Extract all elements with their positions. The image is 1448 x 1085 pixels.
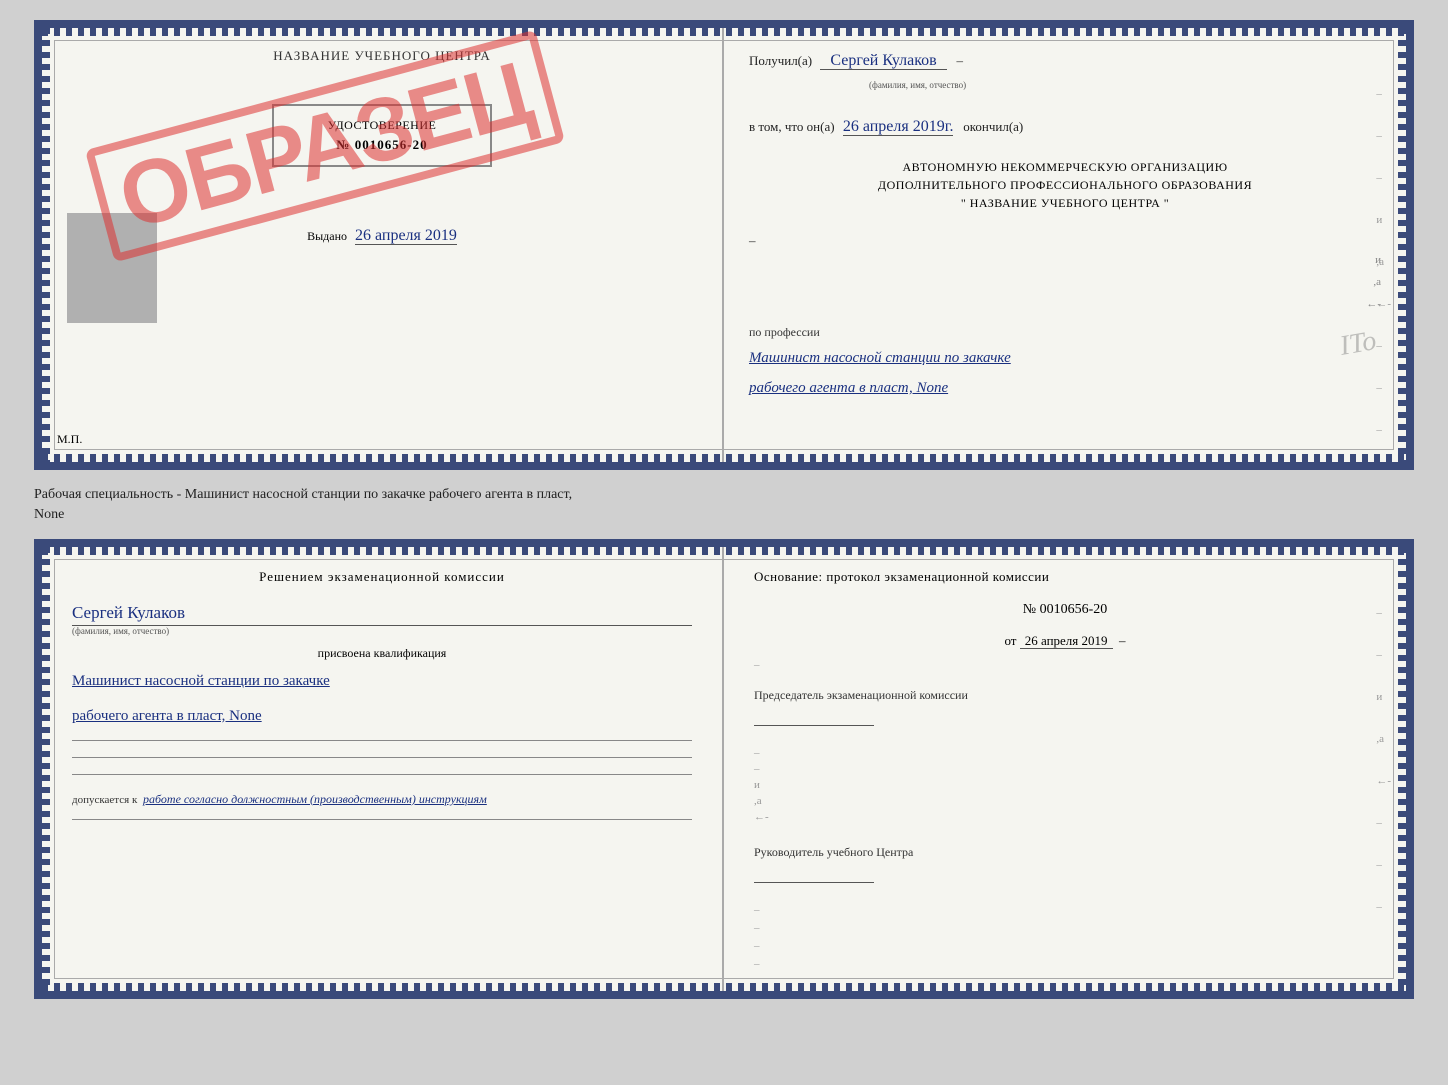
sep-text2: None xyxy=(34,507,64,522)
top-doc-right-panel: Получил(а) Сергей Кулаков – (фамилия, им… xyxy=(724,28,1406,462)
br-dash1: – xyxy=(754,659,760,671)
br-dash7: – xyxy=(754,958,1376,970)
date-field: в том, что он(а) 26 апреля 2019г. окончи… xyxy=(749,114,1381,140)
bl-dash3: ←- xyxy=(1376,775,1391,787)
bl-dash4: – xyxy=(1376,817,1391,829)
bottom-document: Решением экзаменационной комиссии Сергей… xyxy=(34,539,1414,999)
mp-label: М.П. xyxy=(57,432,82,447)
issued-date: 26 апреля 2019 xyxy=(355,227,457,245)
date-label: в том, что он(а) xyxy=(749,119,835,134)
r-dash-и: и xyxy=(1376,214,1391,226)
certificate-box: УДОСТОВЕРЕНИЕ № 0010656-20 xyxy=(272,104,492,167)
org-line3: " НАЗВАНИЕ УЧЕБНОГО ЦЕНТРА " xyxy=(749,194,1381,212)
photo-placeholder xyxy=(67,213,157,323)
br-dash4: – xyxy=(754,904,1376,916)
person-name-sub: (фамилия, имя, отчество) xyxy=(72,626,692,636)
cert-number: № 0010656-20 xyxy=(289,137,475,153)
br-dash5: – xyxy=(754,922,1376,934)
br-dash3: – xyxy=(754,763,1376,775)
org-line1: АВТОНОМНУЮ НЕКОММЕРЧЕСКУЮ ОРГАНИЗАЦИЮ xyxy=(749,158,1381,176)
chairman-block: Председатель экзаменационной комиссии xyxy=(754,686,1376,732)
bl-dash2: – xyxy=(1376,649,1391,661)
qualification-line1: Машинист насосной станции по закачке xyxy=(72,669,692,693)
issued-label: Выдано xyxy=(307,229,347,243)
bottom-doc-left-panel: Решением экзаменационной комиссии Сергей… xyxy=(42,547,724,991)
qualification-line2: рабочего агента в пласт, None xyxy=(72,704,692,728)
date-suffix: окончил(а) xyxy=(963,119,1023,134)
org-line2: ДОПОЛНИТЕЛЬНОГО ПРОФЕССИОНАЛЬНОГО ОБРАЗО… xyxy=(749,176,1381,194)
assigned-label: присвоена квалификация xyxy=(72,646,692,661)
basis-title: Основание: протокол экзаменационной коми… xyxy=(754,567,1376,587)
separator-text: Рабочая специальность - Машинист насосно… xyxy=(34,480,1414,529)
cert-issued-line: Выдано 26 апреля 2019 xyxy=(307,227,457,245)
bottom-doc-right-panel: Основание: протокол экзаменационной коми… xyxy=(724,547,1406,991)
r-dash-4: ←- xyxy=(1376,298,1391,310)
ito-stamp: ITo xyxy=(1337,325,1378,363)
br-dash-а: ,а xyxy=(754,795,1376,807)
br-dash2: – xyxy=(754,747,1376,759)
cert-title: УДОСТОВЕРЕНИЕ xyxy=(289,118,475,133)
divider1 xyxy=(72,740,692,741)
bl-dash-и: и xyxy=(1376,691,1391,703)
received-name: Сергей Кулаков xyxy=(820,52,946,70)
br-arrow: ←- xyxy=(754,811,1376,823)
r-dash7: – xyxy=(1376,424,1391,436)
protocol-number: № 0010656-20 xyxy=(754,602,1376,618)
bl-dash1: – xyxy=(1376,607,1391,619)
director-block: Руководитель учебного Центра xyxy=(754,843,1376,889)
received-name-sub: (фамилия, имя, отчество) xyxy=(869,80,966,90)
protocol-date-value: 26 апреля 2019 xyxy=(1020,633,1113,649)
r-dash6: – xyxy=(1376,382,1391,394)
training-center-title: НАЗВАНИЕ УЧЕБНОГО ЦЕНТРА xyxy=(273,48,490,64)
profession-line2: рабочего агента в пласт, None xyxy=(749,380,1381,397)
r-dash-а: ,а xyxy=(1376,256,1391,268)
r-dash2: – xyxy=(1376,130,1391,142)
director-label: Руководитель учебного Центра xyxy=(754,843,1376,862)
divider2 xyxy=(72,757,692,758)
br-dash6: – xyxy=(754,940,1376,952)
protocol-date-prefix: от xyxy=(1004,633,1016,648)
divider4 xyxy=(72,819,692,820)
r-dash1: – xyxy=(1376,88,1391,100)
date-value: 26 апреля 2019г. xyxy=(843,118,954,136)
chairman-sig-line xyxy=(754,725,874,726)
sep-text1: Рабочая специальность - Машинист насосно… xyxy=(34,487,572,502)
work-label: допускается к работе согласно должностны… xyxy=(72,792,692,807)
r-dash5: – xyxy=(1376,340,1391,352)
profession-label: по профессии xyxy=(749,325,1381,340)
r-dash8: – xyxy=(1376,466,1391,470)
received-label: Получил(а) xyxy=(749,53,812,68)
decision-title: Решением экзаменационной комиссии xyxy=(72,567,692,587)
profession-line1: Машинист насосной станции по закачке xyxy=(749,350,1381,367)
work-label-text: допускается к xyxy=(72,794,137,806)
r-dash3: – xyxy=(1376,172,1391,184)
person-name: Сергей Кулаков xyxy=(72,603,692,626)
dash1: – xyxy=(749,231,756,252)
received-field: Получил(а) Сергей Кулаков – (фамилия, им… xyxy=(749,48,1381,94)
top-document: НАЗВАНИЕ УЧЕБНОГО ЦЕНТРА ОБРАЗЕЦ УДОСТОВ… xyxy=(34,20,1414,470)
chairman-label: Председатель экзаменационной комиссии xyxy=(754,686,1376,705)
bl-dash5: – xyxy=(1376,859,1391,871)
divider3 xyxy=(72,774,692,775)
protocol-date: от 26 апреля 2019 – xyxy=(754,633,1376,649)
bl-dash6: – xyxy=(1376,901,1391,913)
top-doc-left-panel: НАЗВАНИЕ УЧЕБНОГО ЦЕНТРА ОБРАЗЕЦ УДОСТОВ… xyxy=(42,28,724,462)
br-dash-и: и xyxy=(754,779,1376,791)
director-sig-line xyxy=(754,882,874,883)
org-block: АВТОНОМНУЮ НЕКОММЕРЧЕСКУЮ ОРГАНИЗАЦИЮ ДО… xyxy=(749,158,1381,212)
work-value: работе согласно должностным (производств… xyxy=(143,792,487,806)
bl-dash-а: ,а xyxy=(1376,733,1391,745)
